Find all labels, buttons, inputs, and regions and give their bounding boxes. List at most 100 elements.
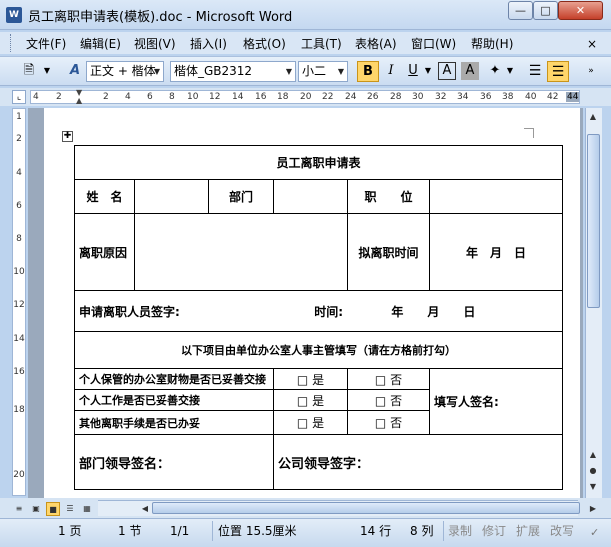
table-move-handle-icon[interactable]: ✚: [62, 131, 73, 142]
ruler-number: 12: [13, 300, 25, 310]
status-page-of: 1/1: [170, 524, 190, 538]
status-overtype[interactable]: 改写: [550, 523, 574, 539]
character-scaling-icon[interactable]: ✦: [484, 61, 506, 82]
next-page-icon[interactable]: ▼: [586, 480, 600, 494]
dept-leader-sign-cell[interactable]: 部门领导签名：: [74, 434, 274, 490]
check-no-checkbox[interactable]: □ 否: [347, 410, 430, 435]
menu-table[interactable]: 表格(A): [355, 36, 397, 52]
menu-view[interactable]: 视图(V): [134, 36, 176, 52]
tab-selector-icon[interactable]: ⌞: [12, 90, 26, 104]
status-separator: [443, 521, 444, 541]
new-document-icon[interactable]: 🗎: [18, 61, 40, 82]
ruler-number: 6: [147, 92, 153, 102]
browse-object-icon[interactable]: ●: [586, 464, 600, 478]
ruler-number: 30: [412, 92, 424, 102]
outline-view-icon[interactable]: ☰: [63, 502, 77, 516]
font-size-select[interactable]: 小二 ▼: [298, 61, 348, 82]
menu-help[interactable]: 帮助(H): [471, 36, 513, 52]
status-track-changes[interactable]: 修订: [482, 523, 506, 539]
web-view-icon[interactable]: ▣: [29, 502, 43, 516]
check-no-checkbox[interactable]: □ 否: [347, 368, 430, 390]
menu-insert[interactable]: 插入(I): [190, 36, 227, 52]
menu-format[interactable]: 格式(O): [243, 36, 286, 52]
menu-grip-icon[interactable]: [10, 34, 14, 52]
applicant-sign-label: 申请离职人员签字:: [79, 304, 180, 319]
bold-button[interactable]: B: [357, 61, 379, 82]
align-justify-icon[interactable]: ☰: [524, 61, 546, 82]
ruler-number: 40: [525, 92, 537, 102]
ruler-number: 4: [16, 168, 22, 178]
underline-options-icon[interactable]: ▼: [422, 61, 434, 82]
toolbar-options-icon[interactable]: ▼: [40, 61, 54, 82]
hr-instruction: 以下项目由单位办公室人事主管填写（请在方格前打勾）: [73, 331, 564, 369]
position-cell[interactable]: [428, 179, 564, 214]
resignation-form-table: 员工离职申请表 姓 名 部门 职 位 离职原因 拟离职时间 年 月 日 申请离职…: [73, 145, 564, 490]
ruler-number: 18: [277, 92, 289, 102]
applicant-sign-row[interactable]: 申请离职人员签字: 时间: 年 月 日: [73, 290, 564, 332]
ruler-number: 10: [13, 267, 25, 277]
position-label: 职 位: [347, 179, 430, 214]
ruler-number: 28: [390, 92, 402, 102]
character-border-button[interactable]: A: [438, 62, 456, 80]
menu-close-icon[interactable]: ×: [585, 37, 599, 51]
print-layout-view-icon[interactable]: ■: [46, 502, 60, 516]
menu-file[interactable]: 文件(F): [26, 36, 66, 52]
previous-page-icon[interactable]: ▲: [586, 448, 600, 462]
scroll-up-icon[interactable]: ▲: [586, 110, 600, 124]
distributed-align-icon[interactable]: ☰: [547, 61, 569, 82]
scroll-left-icon[interactable]: ◀: [138, 502, 152, 516]
reading-view-icon[interactable]: ▦: [80, 502, 94, 516]
reason-cell[interactable]: [134, 213, 348, 291]
menu-window[interactable]: 窗口(W): [411, 36, 456, 52]
ruler-number: 14: [13, 334, 25, 344]
vertical-scroll-thumb[interactable]: [587, 134, 600, 308]
ruler-number: 38: [502, 92, 514, 102]
chevron-down-icon[interactable]: ▼: [283, 62, 295, 81]
style-select[interactable]: 正文 + 楷体 ▼: [86, 61, 164, 82]
ruler-number: 2: [103, 92, 109, 102]
company-leader-sign-cell[interactable]: 公司领导签字：: [272, 434, 564, 490]
planned-date-cell[interactable]: 年 月 日: [428, 213, 564, 291]
indent-marker-icon[interactable]: ▼ ▲: [76, 89, 84, 105]
check-yes-checkbox[interactable]: □ 是: [273, 410, 348, 435]
ruler-number: 34: [457, 92, 469, 102]
ruler-number: 14: [232, 92, 244, 102]
underline-button[interactable]: U: [402, 61, 424, 82]
word-doc-icon[interactable]: W: [6, 7, 22, 23]
check-yes-checkbox[interactable]: □ 是: [273, 389, 348, 411]
spelling-check-icon[interactable]: ✓: [590, 526, 599, 539]
horizontal-scroll-thumb[interactable]: [152, 502, 580, 514]
status-page: 1 页: [58, 524, 82, 538]
ruler-number: 18: [13, 405, 25, 415]
check-no-checkbox[interactable]: □ 否: [347, 389, 430, 411]
menu-tools[interactable]: 工具(T): [301, 36, 342, 52]
form-title[interactable]: 员工离职申请表: [73, 145, 564, 180]
ruler-number: 16: [13, 367, 25, 377]
menu-edit[interactable]: 编辑(E): [80, 36, 121, 52]
normal-view-icon[interactable]: ≡: [12, 502, 26, 516]
dept-label: 部门: [208, 179, 274, 214]
check-yes-checkbox[interactable]: □ 是: [273, 368, 348, 390]
toolbar-more-icon[interactable]: »: [584, 61, 598, 82]
maximize-icon[interactable]: □: [533, 1, 558, 20]
status-record[interactable]: 录制: [448, 523, 472, 539]
close-icon[interactable]: ✕: [558, 1, 603, 20]
planned-date-label: 拟离职时间: [347, 213, 430, 291]
ruler-number: 36: [480, 92, 492, 102]
dept-cell[interactable]: [273, 179, 348, 214]
chevron-down-icon[interactable]: ▼: [335, 62, 347, 81]
styles-pane-icon[interactable]: A: [64, 61, 86, 82]
filler-sign-cell[interactable]: 填写人签名:: [428, 368, 564, 435]
ruler-number: 4: [33, 92, 39, 102]
character-shading-button[interactable]: A: [461, 62, 479, 80]
status-extend[interactable]: 扩展: [516, 523, 540, 539]
scroll-right-icon[interactable]: ▶: [586, 502, 600, 516]
chevron-down-icon[interactable]: ▼: [151, 62, 163, 81]
name-cell[interactable]: [134, 179, 209, 214]
font-select[interactable]: 楷体_GB2312 ▼: [170, 61, 296, 82]
scaling-options-icon[interactable]: ▼: [504, 61, 516, 82]
ruler-number: 26: [367, 92, 379, 102]
ruler-number: 8: [169, 92, 175, 102]
italic-button[interactable]: I: [380, 61, 402, 82]
minimize-icon[interactable]: —: [508, 1, 533, 20]
